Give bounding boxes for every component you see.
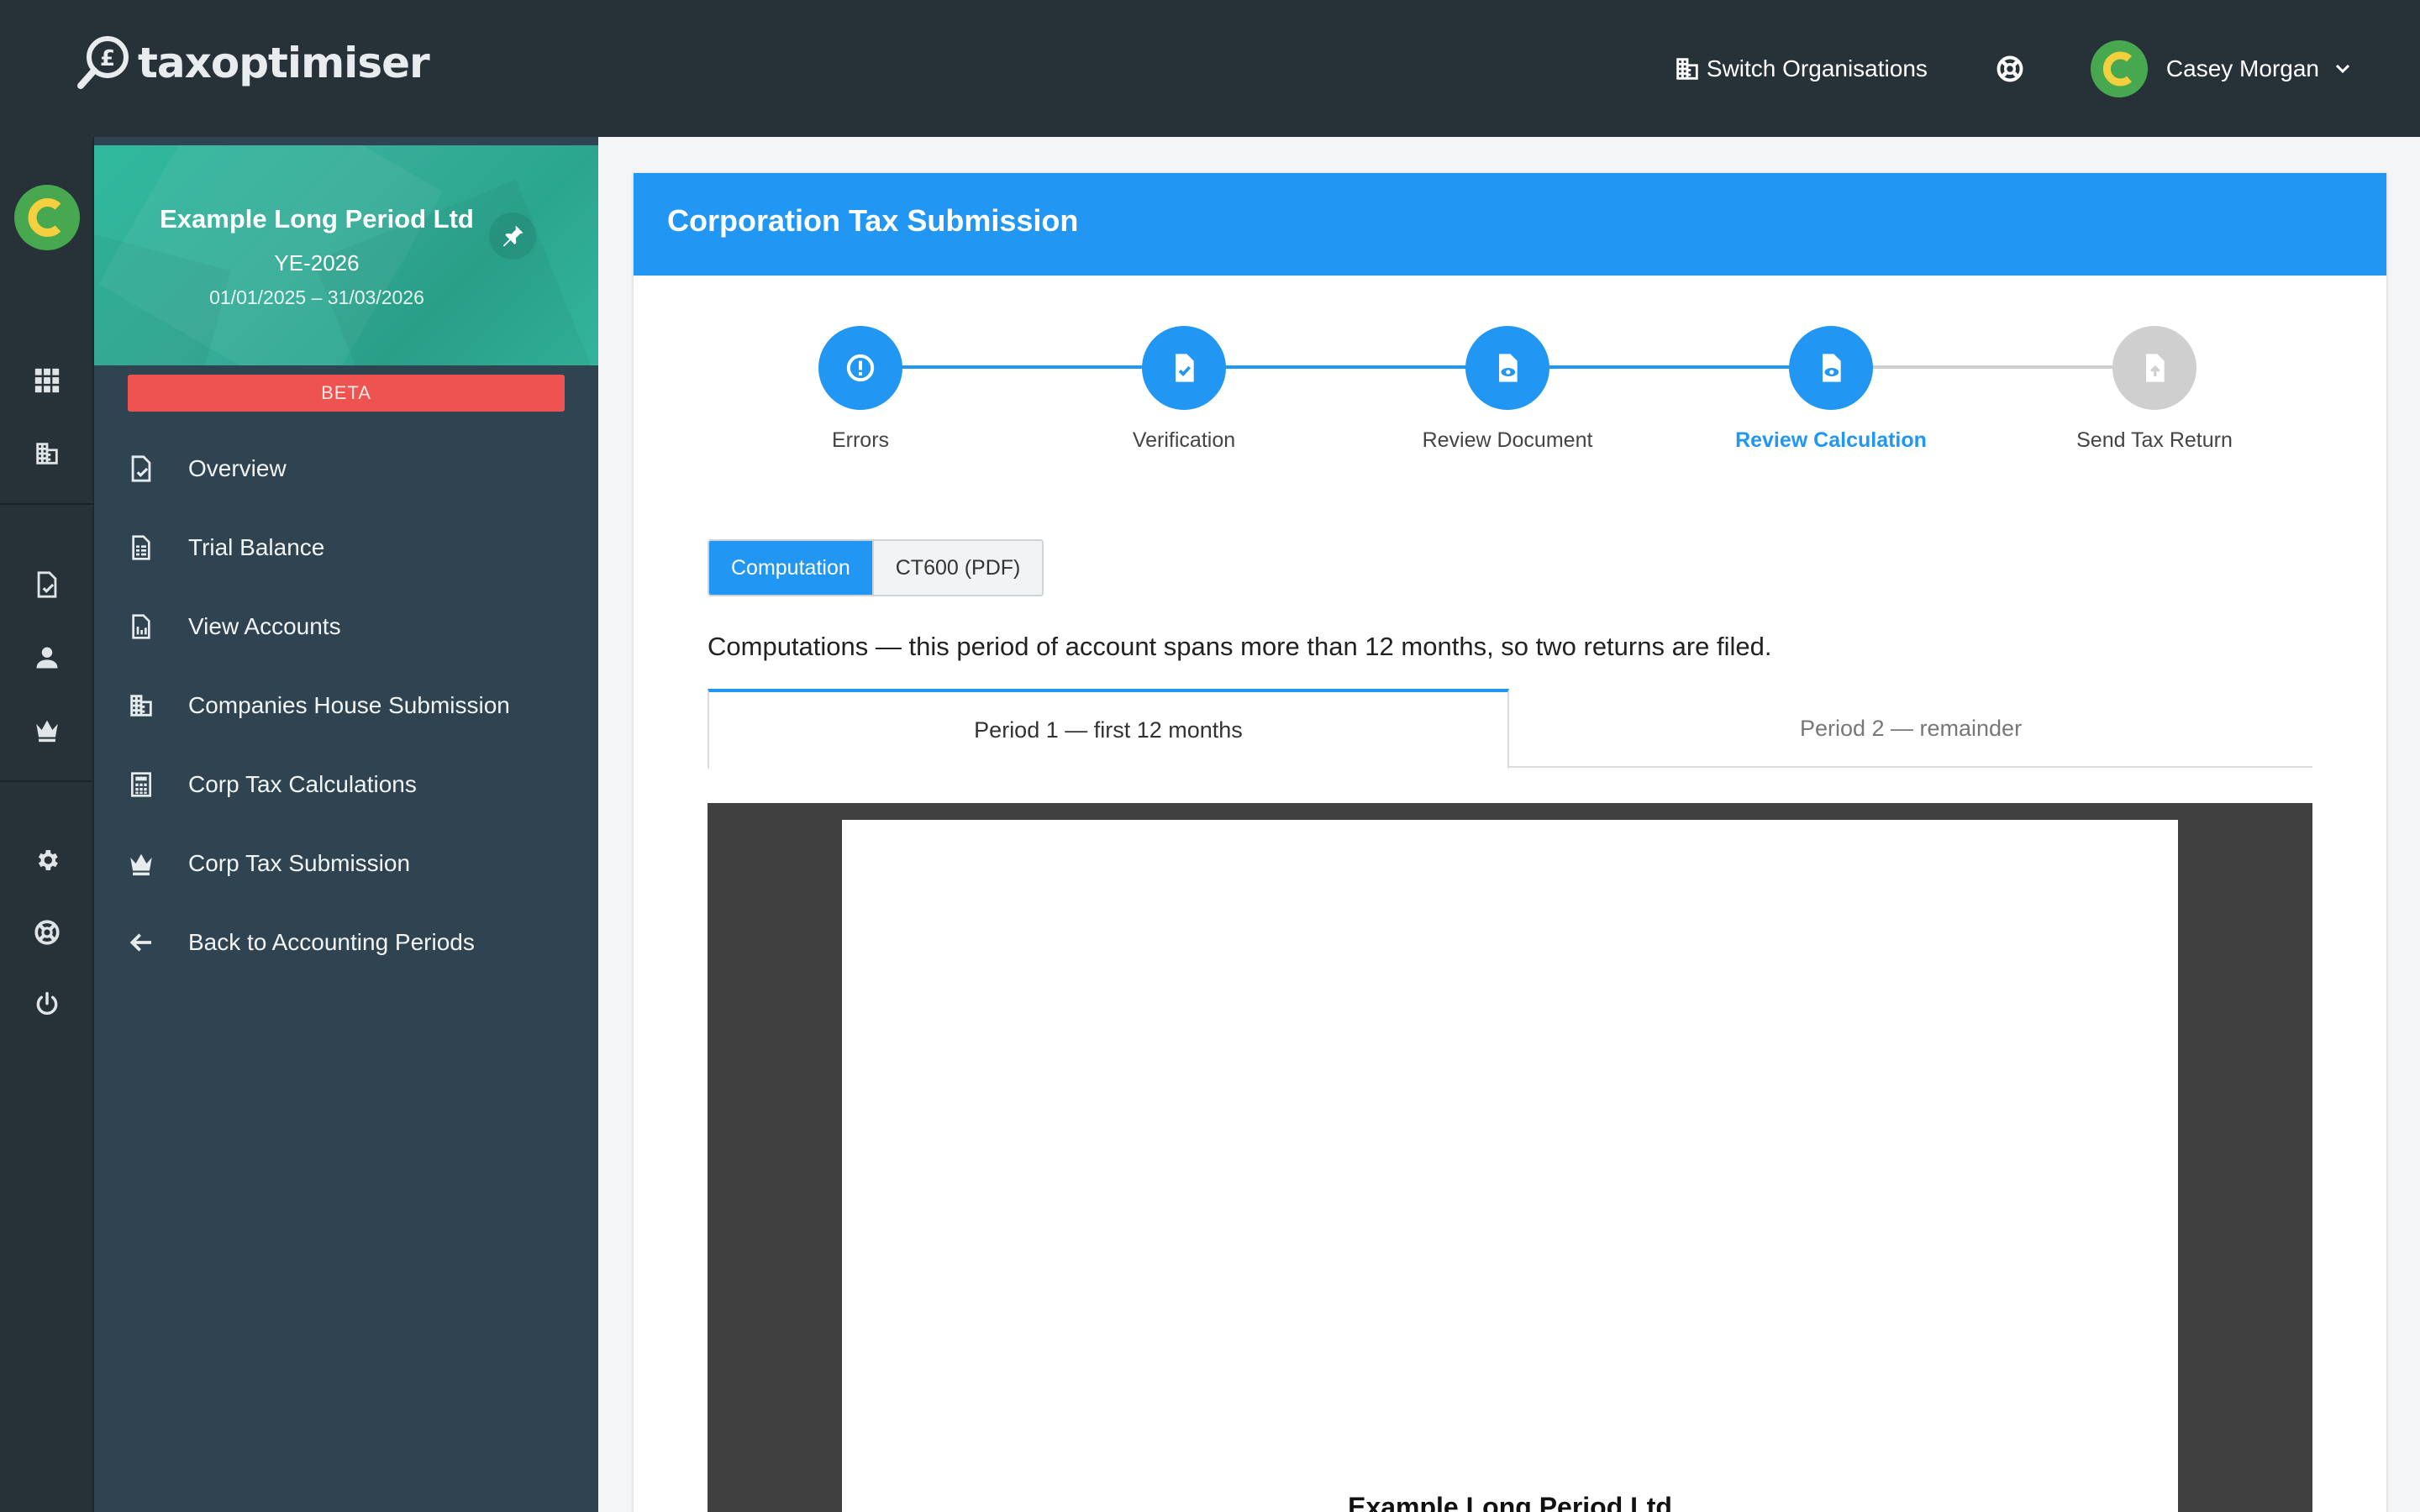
period-dates: 01/01/2025 – 31/03/2026 (209, 286, 424, 308)
document-check-icon[interactable] (30, 568, 64, 601)
sidebar-item-label: Trial Balance (188, 534, 325, 560)
crown-icon (124, 847, 158, 880)
computation-button[interactable]: Computation (709, 541, 872, 595)
document-type-toggle: Computation CT600 (PDF) (708, 539, 1044, 596)
sidebar-item-label: Companies House Submission (188, 692, 510, 718)
card-header: Corporation Tax Submission (634, 173, 2386, 276)
arrow-left-icon (124, 926, 158, 959)
organisation-avatar[interactable] (14, 185, 80, 250)
crown-icon[interactable] (30, 713, 64, 747)
step-label: Review Document (1422, 428, 1593, 452)
step-review-document[interactable] (1465, 326, 1549, 410)
calculator-icon (124, 768, 158, 801)
sidebar-item-label: View Accounts (188, 613, 341, 639)
sidebar-item-label: Overview (188, 455, 287, 481)
power-icon[interactable] (30, 988, 64, 1021)
sidebar-item-companies-house[interactable]: Companies House Submission (94, 676, 598, 735)
spreadsheet-icon (124, 531, 158, 564)
document-eye-icon[interactable] (1789, 326, 1873, 410)
brand-name: taxoptimiser (138, 39, 430, 87)
submission-card: Corporation Tax Submission Errors Verifi… (634, 173, 2386, 1512)
document-eye-icon[interactable] (1465, 326, 1549, 410)
step-send-tax-return[interactable] (2112, 326, 2196, 410)
computations-note: Computations — this period of account sp… (708, 632, 1772, 661)
top-actions: Switch Organisations Casey Morgan (1673, 0, 2353, 137)
avatar (2090, 39, 2148, 97)
step-label: Verification (1132, 428, 1236, 452)
user-menu[interactable]: Casey Morgan (2090, 39, 2353, 97)
report-chart-icon (124, 610, 158, 643)
document-check-icon (124, 452, 158, 486)
buildings-icon (124, 689, 158, 722)
year-end: YE-2026 (274, 250, 360, 276)
magnifier-pound-icon: £ (74, 34, 133, 92)
sidebar-item-label: Corp Tax Calculations (188, 771, 417, 797)
buildings-icon (1676, 57, 1698, 80)
chevron-down-icon (2335, 64, 2350, 73)
rail-divider (0, 780, 94, 782)
sidebar-item-trial-balance[interactable]: Trial Balance (94, 518, 598, 577)
svg-text:£: £ (100, 46, 115, 71)
help-lifebuoy-icon[interactable] (1993, 52, 2027, 86)
document-upload-icon[interactable] (2112, 326, 2196, 410)
step-label: Send Tax Return (2076, 428, 2233, 452)
rail-divider (0, 503, 94, 505)
alert-circle-icon[interactable] (818, 326, 902, 410)
pdf-viewer[interactable]: Example Long Period Ltd (708, 803, 2312, 1512)
sidebar-item-back-to-accounting-periods[interactable]: Back to Accounting Periods (94, 913, 598, 972)
switch-organisations-label: Switch Organisations (1706, 55, 1928, 81)
step-errors[interactable] (818, 326, 902, 410)
switch-organisations-button[interactable]: Switch Organisations (1673, 55, 1928, 83)
sidebar-item-corp-tax-submission[interactable]: Corp Tax Submission (94, 834, 598, 893)
app-logo[interactable]: £ taxoptimiser (74, 34, 430, 92)
step-label: Errors (831, 428, 890, 452)
sidebar-item-label: Corp Tax Submission (188, 850, 411, 876)
organisation-name: Example Long Period Ltd (160, 204, 474, 234)
beta-badge: BETA (128, 375, 565, 412)
buildings-icon[interactable] (30, 437, 64, 470)
page-title: Corporation Tax Submission (667, 203, 1079, 238)
step-label-active: Review Calculation (1735, 428, 1927, 452)
period-tabs: Period 1 — first 12 months Period 2 — re… (708, 689, 2312, 769)
document-check-icon[interactable] (1142, 326, 1226, 410)
step-verification[interactable] (1142, 326, 1226, 410)
organisation-card: Example Long Period Ltd YE-2026 01/01/20… (94, 145, 598, 365)
document-company-name: Example Long Period Ltd (1348, 1492, 1672, 1512)
help-lifebuoy-icon[interactable] (30, 916, 64, 949)
gear-icon[interactable] (30, 843, 64, 877)
icon-rail (0, 137, 94, 1512)
top-bar: £ taxoptimiser Switch Organisations Case… (0, 0, 2420, 137)
sidebar-item-label: Back to Accounting Periods (188, 929, 475, 955)
apps-grid-icon[interactable] (30, 364, 64, 397)
pin-icon[interactable] (489, 213, 536, 260)
tab-period-2[interactable]: Period 2 — remainder (1509, 689, 2312, 768)
stepper-remaining-line (1835, 365, 2158, 369)
sidebar: Example Long Period Ltd YE-2026 01/01/20… (94, 137, 598, 1512)
sidebar-item-overview[interactable]: Overview (94, 439, 598, 498)
user-icon[interactable] (30, 641, 64, 675)
user-name: Casey Morgan (2165, 55, 2319, 81)
sidebar-item-corp-tax-calculations[interactable]: Corp Tax Calculations (94, 755, 598, 814)
ct600-pdf-button[interactable]: CT600 (PDF) (871, 541, 1043, 595)
tab-period-1[interactable]: Period 1 — first 12 months (708, 689, 1509, 769)
sidebar-item-view-accounts[interactable]: View Accounts (94, 597, 598, 656)
pdf-page: Example Long Period Ltd (842, 820, 2178, 1512)
step-review-calculation[interactable] (1789, 326, 1873, 410)
